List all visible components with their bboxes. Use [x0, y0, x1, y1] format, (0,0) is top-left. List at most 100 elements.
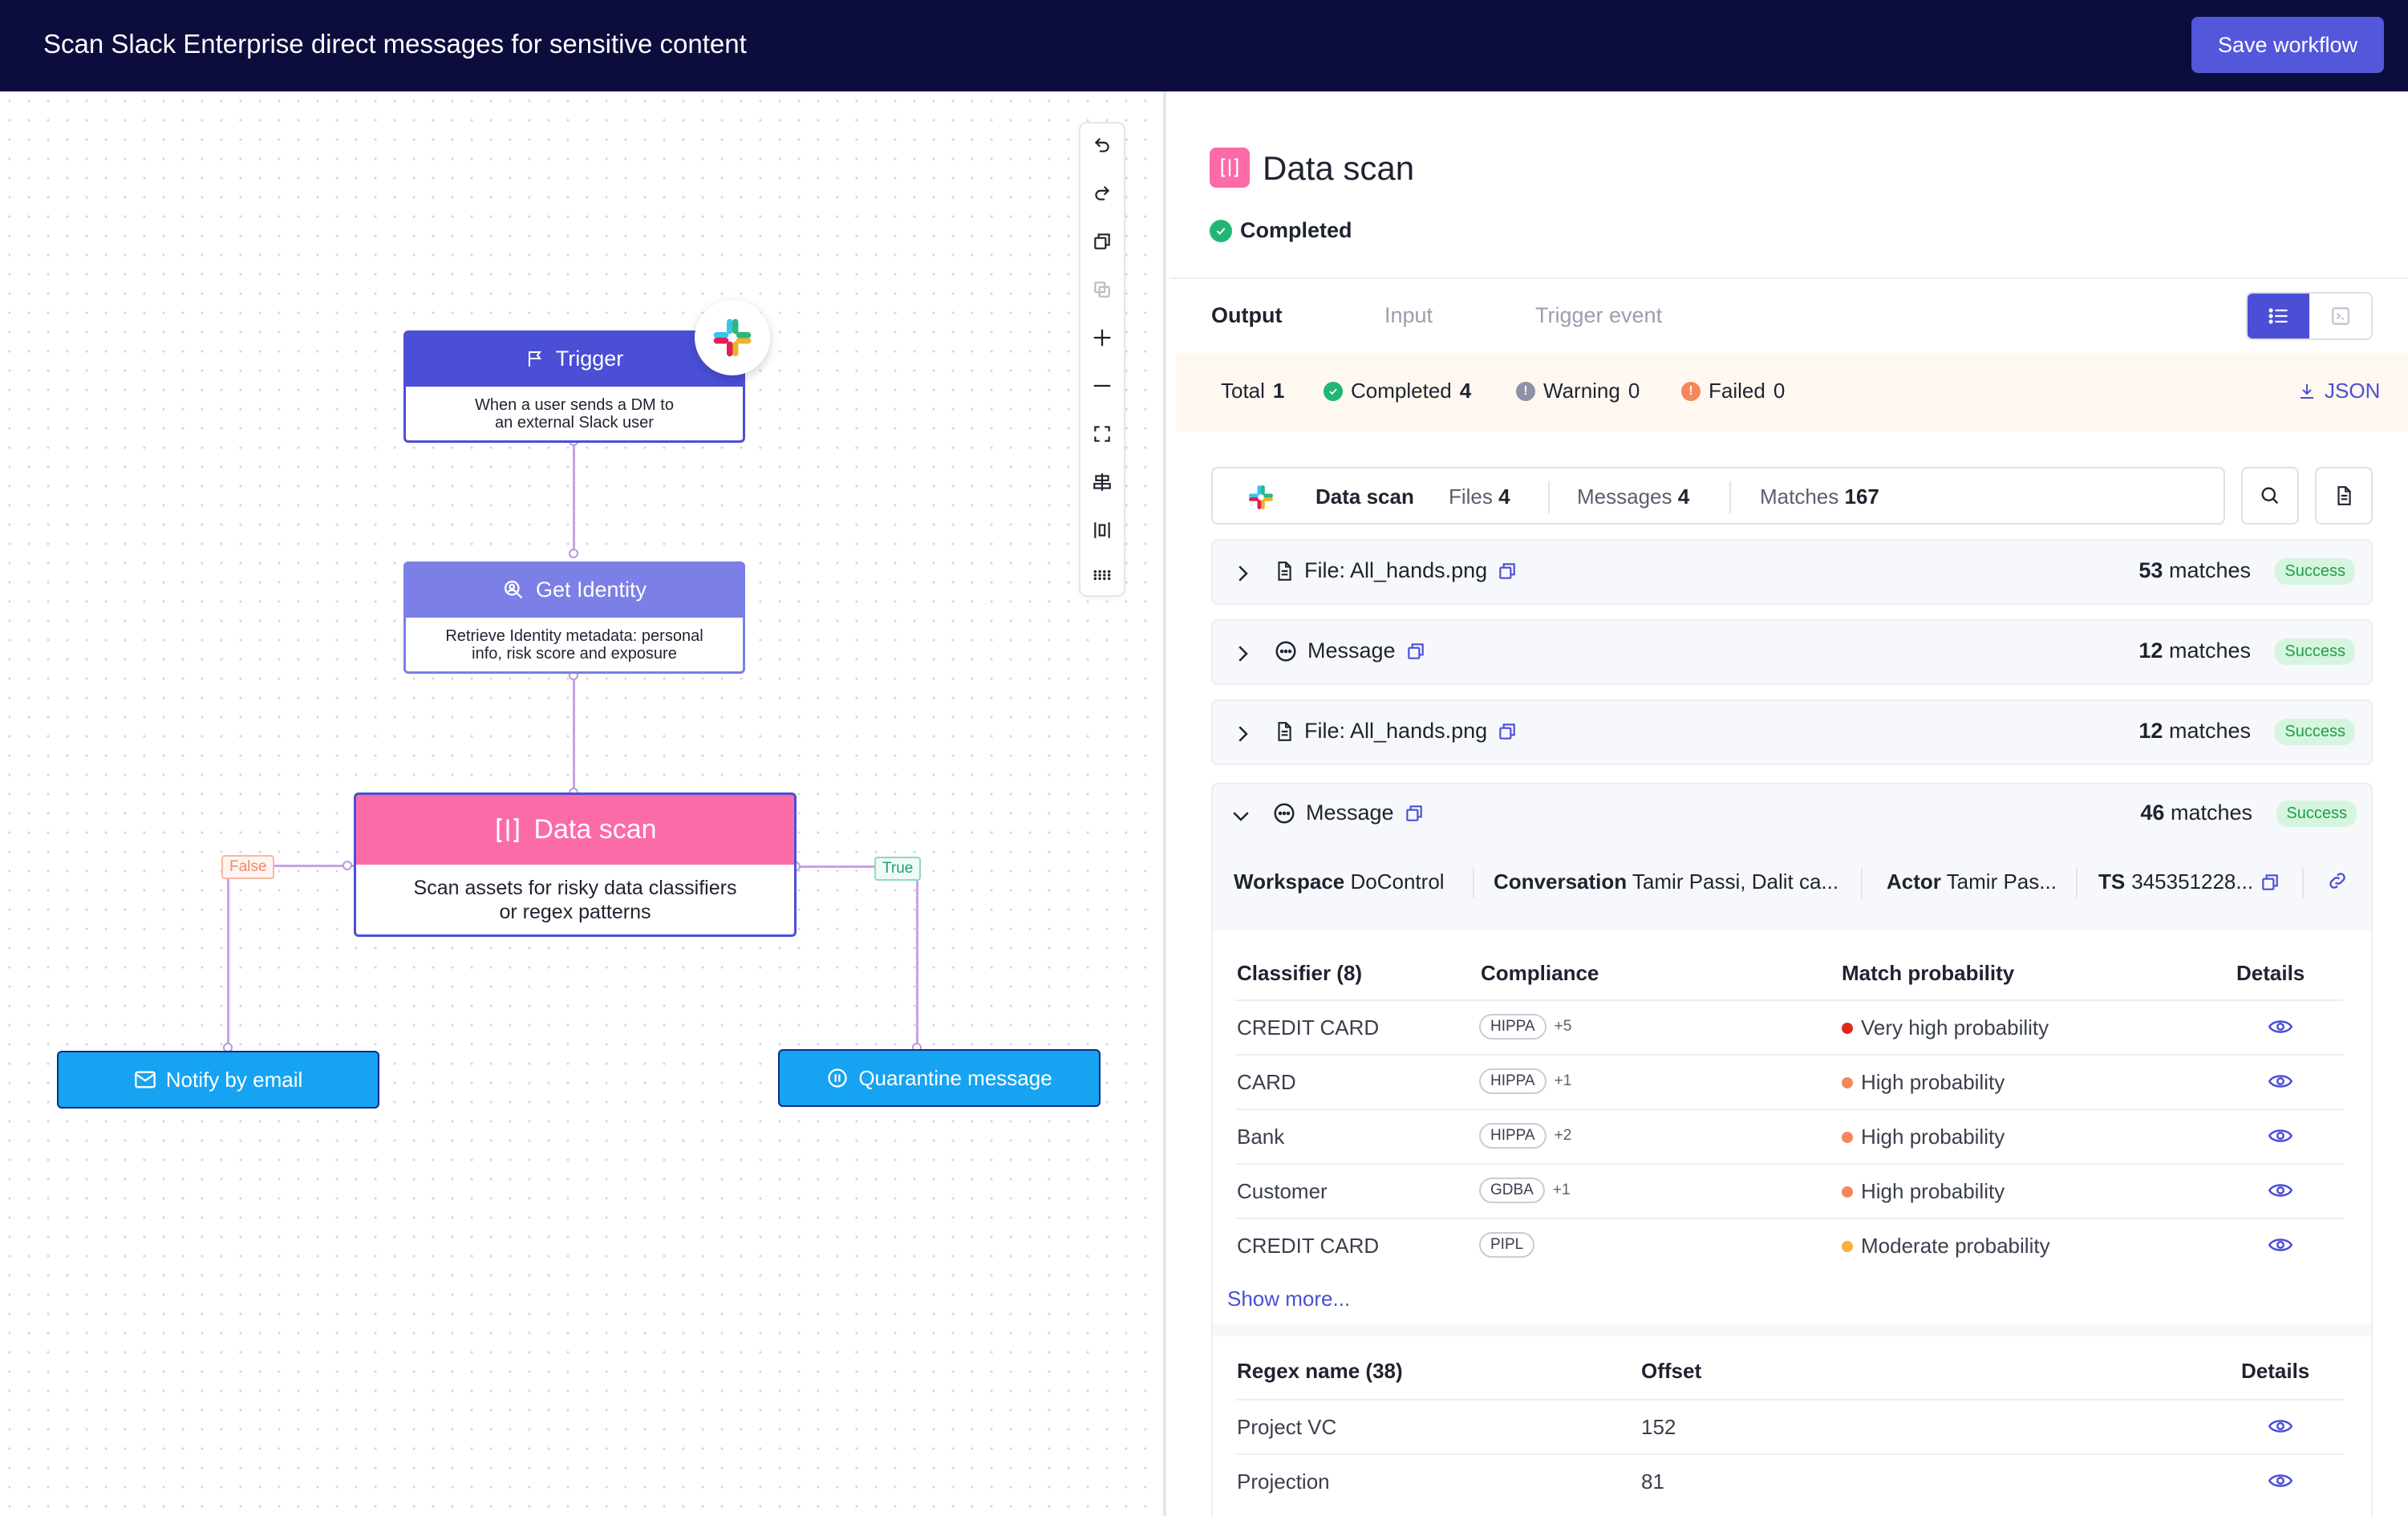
pause-circle-icon	[828, 1068, 847, 1088]
compliance-pill[interactable]: HIPPA	[1479, 1068, 1547, 1094]
eye-icon[interactable]	[2268, 1017, 2292, 1036]
meta-separator	[2076, 868, 2078, 898]
probability-text: Very high probability	[1861, 1015, 2049, 1040]
redo-icon[interactable]	[1080, 172, 1124, 215]
probability-cell: Very high probability	[1842, 1015, 2049, 1040]
undo-icon[interactable]	[1080, 124, 1124, 167]
copy-icon[interactable]	[2260, 872, 2280, 893]
tab-output[interactable]: Output	[1211, 303, 1282, 328]
save-workflow-button[interactable]: Save workflow	[2191, 17, 2384, 73]
chevron-down-icon[interactable]	[1229, 804, 1253, 828]
eye-icon[interactable]	[2268, 1235, 2292, 1255]
filter-matches[interactable]: Matches 167	[1760, 484, 1879, 509]
summary-warning[interactable]: ! Warning 0	[1516, 379, 1640, 403]
status-badge: Success	[2275, 719, 2355, 745]
compliance-extra[interactable]: +1	[1555, 1072, 1572, 1090]
summary-warning-value: 0	[1628, 379, 1640, 403]
eye-icon[interactable]	[2268, 1126, 2292, 1145]
col-regex-name: Regex name (38)	[1237, 1359, 1403, 1383]
fit-view-icon[interactable]	[1080, 412, 1124, 456]
eye-icon[interactable]	[2268, 1471, 2292, 1490]
code-view-icon[interactable]	[2309, 294, 2371, 338]
probability-cell: Moderate probability	[1842, 1234, 2050, 1259]
meta-conversation: Conversation Tamir Passi, Dalit ca...	[1494, 869, 1839, 894]
scan-filter-bar[interactable]: Data scan Files 4 Messages 4 Matches 167	[1211, 467, 2225, 525]
list-view-icon[interactable]	[2248, 294, 2309, 338]
chevron-right-icon[interactable]	[1230, 722, 1255, 746]
document-icon	[2337, 486, 2351, 505]
tab-input[interactable]: Input	[1384, 303, 1433, 328]
zoom-in-icon[interactable]	[1080, 316, 1124, 359]
probability-dot	[1842, 1022, 1853, 1034]
messages-label: Messages	[1577, 484, 1672, 509]
filter-messages[interactable]: Messages 4	[1577, 484, 1689, 509]
copy-icon[interactable]	[1405, 641, 1426, 662]
tab-trigger-event[interactable]: Trigger event	[1535, 303, 1662, 328]
regex-offset: 152	[1641, 1415, 1676, 1439]
result-row[interactable]: File: All_hands.png 12 matches Success	[1211, 699, 2373, 765]
compliance-extra[interactable]: +2	[1555, 1127, 1572, 1145]
summary-completed-value: 4	[1459, 379, 1472, 403]
result-row[interactable]: File: All_hands.png 53 matches Success	[1211, 539, 2373, 605]
classifier-table: Classifier (8) Compliance Match probabil…	[1213, 930, 2371, 1323]
compliance-cell: PIPL	[1479, 1232, 1535, 1258]
search-icon	[2261, 487, 2279, 505]
show-more-link[interactable]: Show more...	[1227, 1287, 1350, 1311]
result-label: Message	[1307, 638, 1396, 663]
report-button[interactable]	[2315, 467, 2373, 525]
summary-completed[interactable]: Completed 4	[1324, 379, 1471, 403]
compliance-extra[interactable]: +1	[1553, 1182, 1571, 1199]
col-match-probability: Match probability	[1842, 961, 2015, 985]
json-label: JSON	[2325, 379, 2381, 403]
files-label: Files	[1449, 484, 1493, 509]
status-badge: Success	[2276, 801, 2357, 827]
summary-failed[interactable]: ! Failed 0	[1681, 379, 1785, 403]
compliance-cell: HIPPA +5	[1479, 1014, 1571, 1040]
meta-actor: Actor Tamir Pas...	[1887, 869, 2057, 894]
branch-true-label: True	[874, 857, 922, 881]
align-icon[interactable]	[1080, 460, 1124, 504]
copy-icon[interactable]	[1497, 721, 1518, 742]
quarantine-message-node[interactable]: Quarantine message	[778, 1049, 1101, 1107]
eye-icon[interactable]	[2268, 1417, 2292, 1436]
search-button[interactable]	[2241, 467, 2299, 525]
quarantine-label: Quarantine message	[858, 1065, 1052, 1090]
status-badge: Success	[2275, 638, 2355, 665]
connector-identity-datascan	[573, 675, 575, 792]
compliance-pill[interactable]: PIPL	[1479, 1232, 1535, 1258]
notify-by-email-node[interactable]: Notify by email	[57, 1051, 379, 1109]
link-icon[interactable]	[2326, 869, 2349, 892]
eye-icon[interactable]	[2268, 1072, 2292, 1091]
copy-icon[interactable]	[1404, 803, 1425, 824]
compliance-pill[interactable]: GDBA	[1479, 1178, 1545, 1203]
compliance-pill[interactable]: HIPPA	[1479, 1123, 1547, 1149]
message-metadata: Workspace DoControl Conversation Tamir P…	[1211, 850, 2373, 914]
warning-icon: !	[1516, 381, 1535, 401]
message-icon	[1275, 641, 1296, 661]
chevron-right-icon[interactable]	[1230, 642, 1255, 666]
compliance-cell: HIPPA +2	[1479, 1123, 1571, 1149]
result-row-expanded[interactable]: Message 46 matches Success	[1211, 783, 2373, 849]
file-icon	[1278, 721, 1291, 741]
zoom-out-icon[interactable]	[1080, 364, 1124, 407]
result-row[interactable]: Message 12 matches Success	[1211, 619, 2373, 685]
row-divider	[1235, 1163, 2344, 1165]
filter-files[interactable]: Files 4	[1449, 484, 1510, 509]
messages-count: 4	[1677, 484, 1690, 509]
identity-input-port[interactable]	[569, 549, 578, 558]
copy-icon[interactable]	[1497, 561, 1518, 582]
compliance-extra[interactable]: +5	[1555, 1018, 1572, 1036]
result-label: File: All_hands.png	[1304, 719, 1488, 743]
panel-resize-handle[interactable]	[1163, 91, 1166, 1516]
row-divider	[1235, 1399, 2344, 1400]
filter-name-value: Data scan	[1315, 484, 1414, 509]
datascan-false-port[interactable]	[343, 861, 352, 870]
chevron-right-icon[interactable]	[1230, 561, 1255, 586]
distribute-icon[interactable]	[1080, 509, 1124, 552]
copy-icon[interactable]	[1080, 220, 1124, 263]
eye-icon[interactable]	[2268, 1181, 2292, 1200]
duplicate-icon[interactable]	[1080, 268, 1124, 311]
compliance-pill[interactable]: HIPPA	[1479, 1014, 1547, 1040]
download-json-button[interactable]: JSON	[2297, 379, 2380, 403]
grid-icon[interactable]	[1080, 553, 1124, 597]
